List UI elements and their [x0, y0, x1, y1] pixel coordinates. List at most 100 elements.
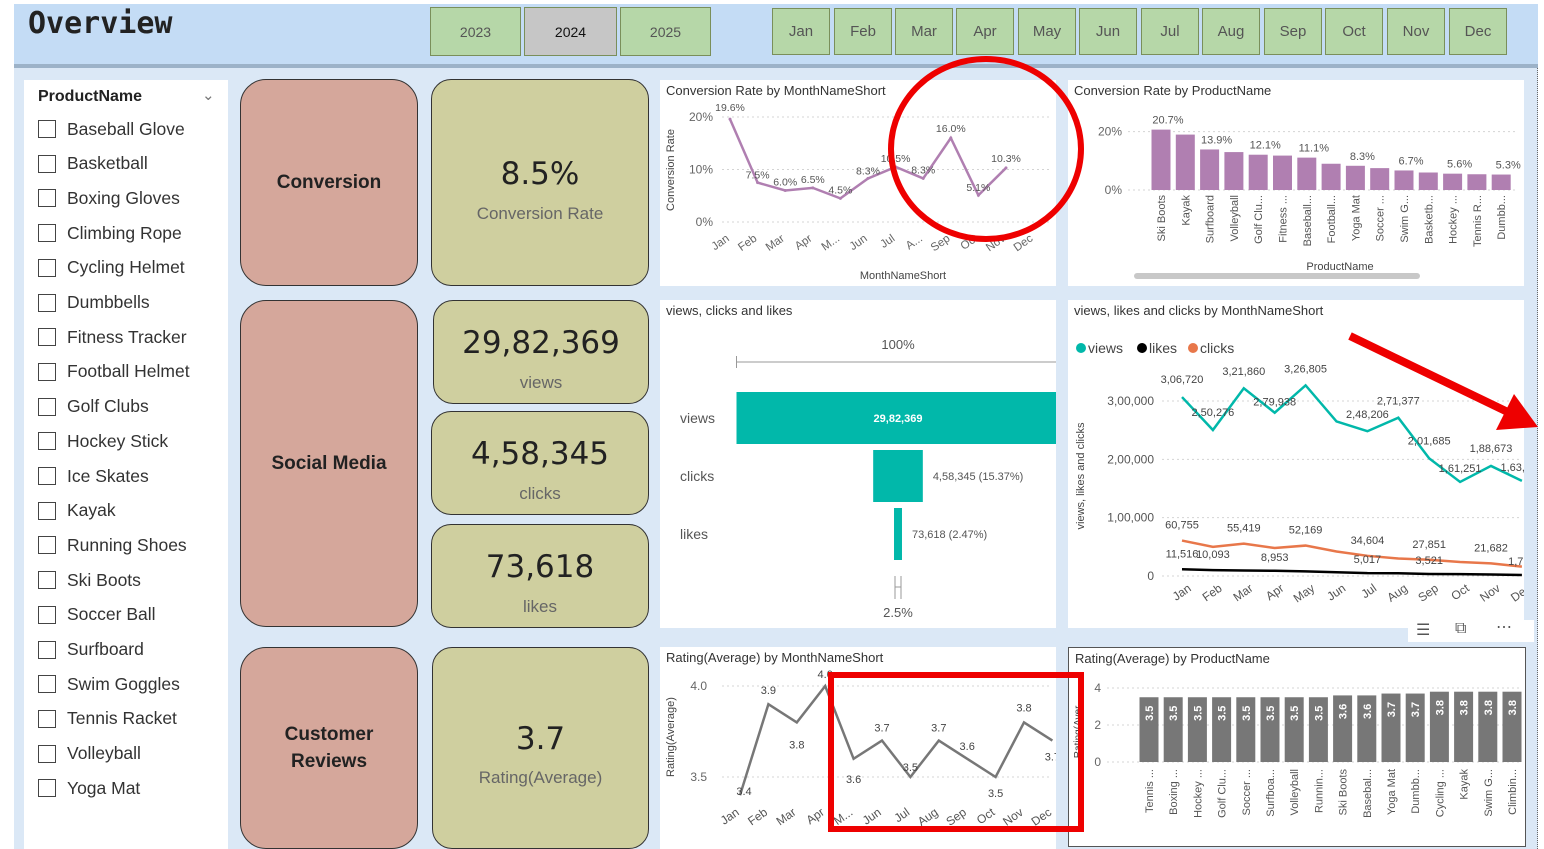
- focus-mode-icon[interactable]: ⧉: [1455, 620, 1466, 638]
- slicer-item[interactable]: Baseball Glove: [38, 114, 223, 144]
- kpi-card-conversion-rate: 8.5% Conversion Rate: [431, 79, 649, 286]
- bar: [1370, 168, 1390, 190]
- month-button-aug[interactable]: Aug: [1202, 8, 1260, 55]
- slicer-item[interactable]: Basketball: [38, 149, 223, 179]
- month-button-dec[interactable]: Dec: [1449, 8, 1507, 55]
- checkbox[interactable]: [38, 779, 56, 798]
- funnel-bar: [894, 508, 902, 560]
- checkbox[interactable]: [38, 328, 56, 347]
- kpi-label: Conversion Rate: [476, 204, 604, 223]
- checkbox[interactable]: [38, 501, 56, 520]
- checkbox[interactable]: [38, 467, 56, 485]
- bar: [1418, 172, 1438, 190]
- bar: [1200, 149, 1220, 190]
- filter-icon[interactable]: ☰: [1416, 620, 1430, 640]
- x-tick-label: Jul: [878, 233, 897, 251]
- kpi-value: 8.5%: [500, 156, 580, 192]
- kpi-card-clicks: 4,58,345 clicks: [431, 411, 649, 515]
- slicer-item-label: Surfboard: [67, 639, 144, 659]
- bar: [1151, 129, 1171, 190]
- checkbox[interactable]: [38, 154, 56, 173]
- month-button-oct[interactable]: Oct: [1325, 8, 1383, 55]
- legend-marker: [1188, 343, 1198, 353]
- chart-funnel[interactable]: views, clicks and likes 100% views 29,82,3…: [660, 300, 1056, 628]
- x-tick-label: Volleyball: [1289, 769, 1301, 815]
- month-button-may[interactable]: May: [1018, 8, 1076, 55]
- slicer-item[interactable]: Dumbbells: [38, 288, 223, 318]
- month-button-jun[interactable]: Jun: [1079, 8, 1137, 55]
- checkbox[interactable]: [38, 432, 56, 451]
- chevron-down-icon[interactable]: ⌄: [202, 86, 215, 104]
- month-button-feb[interactable]: Feb: [834, 8, 892, 55]
- bar: [1345, 165, 1365, 190]
- slicer-item[interactable]: Tennis Racket: [38, 704, 223, 734]
- slicer-item[interactable]: Ski Boots: [38, 565, 223, 595]
- data-label: 3,521: [1415, 555, 1443, 567]
- checkbox[interactable]: [38, 224, 56, 243]
- kpi-card-views: 29,82,369 views: [433, 300, 649, 404]
- data-label: 3.4: [736, 786, 751, 798]
- kpi-value: 3.7: [515, 721, 566, 757]
- slicer-item[interactable]: Yoga Mat: [38, 773, 223, 803]
- data-point: [783, 189, 787, 192]
- data-label: 1,88,673: [1470, 443, 1513, 455]
- slicer-item[interactable]: Surfboard: [38, 635, 223, 665]
- slicer-item[interactable]: Boxing Gloves: [38, 183, 223, 213]
- month-button-mar[interactable]: Mar: [895, 8, 953, 55]
- month-button-jul[interactable]: Jul: [1141, 8, 1199, 55]
- arrow-shaft: [1348, 332, 1518, 420]
- year-button-2024[interactable]: 2024: [524, 7, 617, 56]
- slicer-item[interactable]: Hockey Stick: [38, 426, 223, 456]
- month-button-sep[interactable]: Sep: [1264, 8, 1322, 55]
- checkbox[interactable]: [38, 397, 56, 416]
- slicer-item[interactable]: Fitness Tracker: [38, 322, 223, 352]
- checkbox[interactable]: [38, 709, 56, 728]
- checkbox[interactable]: [38, 189, 56, 208]
- checkbox[interactable]: [38, 744, 56, 763]
- page-title: Overview: [28, 6, 173, 41]
- month-button-apr[interactable]: Apr: [956, 8, 1014, 55]
- slicer-item[interactable]: Football Helmet: [38, 357, 223, 387]
- chart-conversion-by-product[interactable]: Conversion Rate by ProductName 0% 20% 20.7…: [1068, 80, 1524, 286]
- section-reviews-line2: Reviews: [290, 751, 368, 772]
- x-tick-label: Aug: [1384, 581, 1410, 605]
- series-line-likes: [1181, 568, 1522, 577]
- x-tick-label: Sep: [1415, 581, 1441, 605]
- x-tick-label: Mar: [774, 805, 799, 828]
- checkbox[interactable]: [38, 536, 56, 555]
- slicer-item[interactable]: Volleyball: [38, 739, 223, 769]
- checkbox[interactable]: [38, 640, 56, 659]
- data-point: [811, 186, 815, 190]
- slicer-item[interactable]: Swim Goggles: [38, 669, 223, 699]
- x-tick-label: Yoga Mat: [1386, 769, 1398, 815]
- more-options-icon[interactable]: ⋯: [1496, 617, 1512, 637]
- checkbox[interactable]: [38, 258, 56, 277]
- data-label: 3.5: [1289, 706, 1301, 721]
- slicer-item-label: Golf Clubs: [67, 396, 149, 417]
- checkbox[interactable]: [38, 675, 56, 694]
- slicer-item[interactable]: Golf Clubs: [38, 392, 223, 422]
- slicer-item[interactable]: Ice Skates: [38, 461, 223, 491]
- x-tick-label: Jan: [718, 805, 742, 828]
- slicer-item[interactable]: Cycling Helmet: [38, 253, 223, 283]
- horizontal-scrollbar[interactable]: [1134, 273, 1420, 279]
- month-button-jan[interactable]: Jan: [772, 8, 830, 55]
- x-tick-label: Hockey ...: [1192, 769, 1204, 818]
- checkbox[interactable]: [38, 571, 56, 590]
- y-axis-label: views, likes and clicks: [1075, 422, 1087, 529]
- x-tick-label: Basebal...: [1362, 769, 1374, 818]
- checkbox[interactable]: [38, 605, 56, 624]
- data-label: 11,516: [1166, 548, 1199, 560]
- slicer-item[interactable]: Soccer Ball: [38, 600, 223, 630]
- slicer-item[interactable]: Climbing Rope: [38, 218, 223, 248]
- checkbox[interactable]: [38, 120, 56, 138]
- year-button-2025[interactable]: 2025: [620, 7, 711, 56]
- checkbox[interactable]: [38, 293, 56, 312]
- slicer-item[interactable]: Running Shoes: [38, 530, 223, 560]
- checkbox[interactable]: [38, 362, 56, 381]
- kpi-value: 4,58,345: [470, 436, 610, 472]
- year-button-2023[interactable]: 2023: [430, 7, 521, 56]
- slicer-item[interactable]: Kayak: [38, 496, 223, 526]
- month-button-nov[interactable]: Nov: [1387, 8, 1445, 55]
- chart-rating-by-product[interactable]: Rating(Average) by ProductName 0 2 4 Rating…: [1068, 647, 1526, 847]
